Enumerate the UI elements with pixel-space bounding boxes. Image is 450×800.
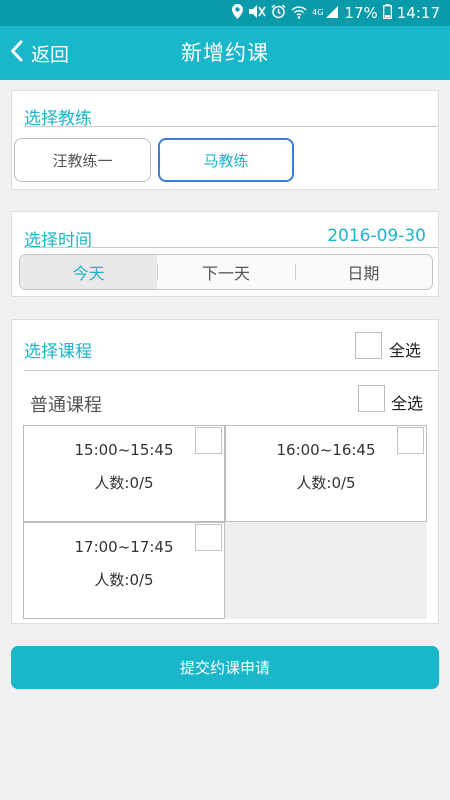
- network-type: 4G: [312, 8, 324, 17]
- selected-date: 2016-09-30: [327, 226, 426, 246]
- signal-icon: [325, 5, 339, 22]
- session-checkbox[interactable]: [397, 427, 424, 454]
- coach-option-wang[interactable]: 汪教练一: [14, 138, 151, 182]
- course-section: 选择课程 全选 普通课程 全选 15:00~15:45 人数:0/5 16:00…: [11, 319, 439, 624]
- clock-time: 14:17: [396, 4, 440, 22]
- category-select-all-checkbox[interactable]: [358, 385, 385, 412]
- wifi-icon: [291, 5, 307, 22]
- session-grid: 15:00~15:45 人数:0/5 16:00~16:45 人数:0/5 17…: [23, 425, 427, 619]
- session-count: 人数:0/5: [296, 474, 356, 492]
- session-card[interactable]: 16:00~16:45 人数:0/5: [225, 425, 427, 522]
- session-time: 15:00~15:45: [74, 441, 174, 459]
- course-category-title: 普通课程: [30, 395, 102, 416]
- session-time: 17:00~17:45: [74, 538, 174, 556]
- page-title: 新增约课: [181, 41, 269, 65]
- submit-button[interactable]: 提交约课申请: [11, 646, 439, 689]
- tab-next-day[interactable]: 下一天: [157, 255, 294, 289]
- location-icon: [232, 4, 244, 22]
- session-count: 人数:0/5: [94, 571, 154, 589]
- session-count: 人数:0/5: [94, 474, 154, 492]
- battery-percent: 17%: [344, 4, 378, 22]
- session-card[interactable]: 17:00~17:45 人数:0/5: [23, 522, 225, 619]
- coach-option-ma[interactable]: 马教练: [158, 138, 294, 182]
- battery-icon: [382, 4, 392, 22]
- course-section-title: 选择课程: [24, 342, 92, 362]
- session-time: 16:00~16:45: [276, 441, 376, 459]
- mute-icon: [248, 4, 266, 22]
- divider: [24, 247, 438, 248]
- tab-today[interactable]: 今天: [20, 255, 158, 289]
- divider: [24, 370, 438, 371]
- session-card[interactable]: 15:00~15:45 人数:0/5: [23, 425, 225, 522]
- divider: [24, 126, 438, 127]
- select-all-label: 全选: [389, 341, 422, 360]
- session-checkbox[interactable]: [195, 427, 222, 454]
- status-bar: 4G 17% 14:17: [0, 0, 450, 26]
- select-all-checkbox[interactable]: [355, 332, 382, 359]
- alarm-icon: [271, 4, 286, 22]
- time-section: 选择时间 2016-09-30 今天 下一天 日期: [11, 211, 439, 297]
- category-select-all-label: 全选: [391, 394, 424, 413]
- nav-bar: 返回 新增约课: [0, 26, 450, 80]
- coach-section: 选择教练 汪教练一 马教练: [11, 90, 439, 190]
- tab-date[interactable]: 日期: [294, 255, 432, 289]
- day-selector: 今天 下一天 日期: [19, 254, 433, 290]
- session-checkbox[interactable]: [195, 524, 222, 551]
